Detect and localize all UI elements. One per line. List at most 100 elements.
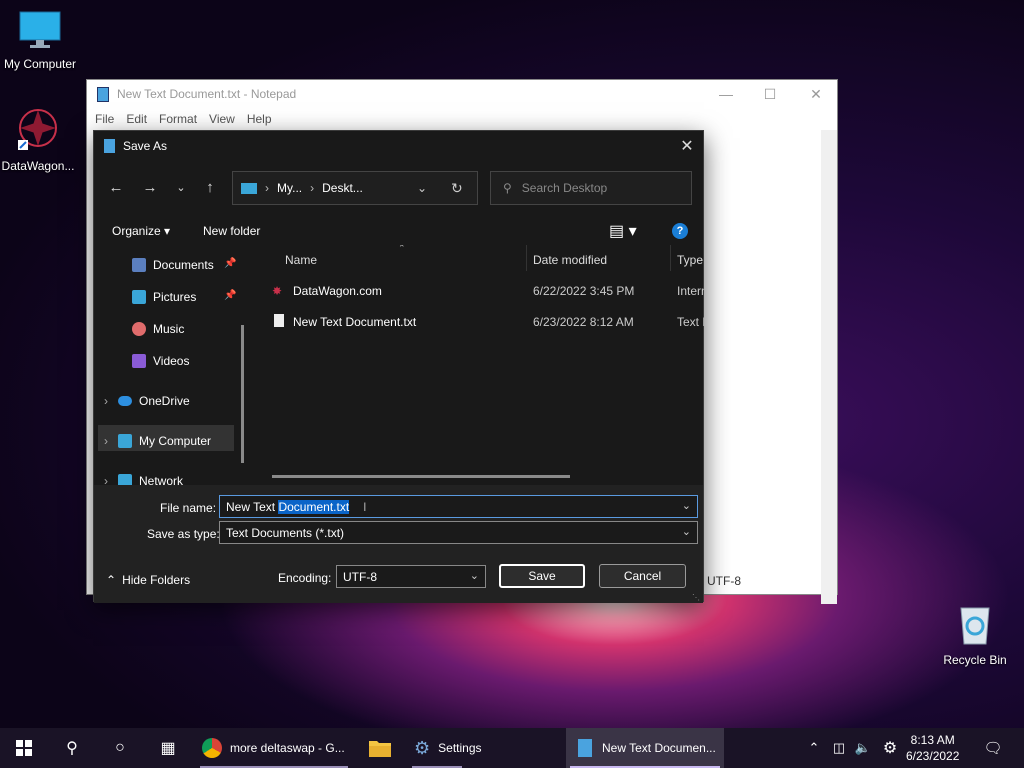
table-row[interactable]: New Text Document.txt 6/23/2022 8:12 AM … [264, 310, 704, 334]
chevron-down-icon[interactable]: ⌄ [682, 525, 691, 538]
view-options-icon[interactable]: ▤ ▾ [609, 221, 637, 241]
notepad-icon [578, 739, 592, 757]
refresh-icon[interactable]: ↻ [451, 180, 463, 197]
clock[interactable]: 8:13 AM 6/23/2022 [906, 732, 959, 764]
chevron-right-icon[interactable]: › [104, 434, 108, 448]
maximize-icon[interactable]: ☐ [747, 80, 793, 108]
save-type-value: Text Documents (*.txt) [226, 525, 345, 540]
desktop-icon-datawagon[interactable]: DataWagon... [0, 106, 78, 173]
sidebar-item-label: My Computer [139, 434, 212, 448]
help-icon[interactable]: ? [672, 223, 688, 239]
breadcrumb-my-computer[interactable]: My... [277, 181, 302, 195]
search-placeholder: Search Desktop [521, 181, 608, 195]
windows-start-icon[interactable] [0, 728, 48, 768]
taskbar-settings[interactable]: ⚙ Settings [408, 728, 558, 768]
menu-edit[interactable]: Edit [126, 112, 147, 126]
network-icon[interactable]: ◫ [828, 728, 850, 768]
column-divider[interactable] [526, 245, 527, 271]
documents-icon [132, 258, 146, 272]
close-icon[interactable]: ✕ [671, 131, 703, 161]
file-list-horizontal-scrollbar[interactable] [272, 475, 570, 478]
desktop-icon-label: My Computer [3, 57, 77, 71]
sidebar-item-videos[interactable]: Videos [132, 351, 189, 371]
sort-ascending-icon: ⌃ [398, 245, 406, 253]
encoding-select[interactable]: UTF-8 ⌄ [336, 565, 486, 588]
notepad-icon [104, 139, 115, 153]
pin-icon: 📌 [224, 290, 237, 301]
hide-folders-button[interactable]: ⌃ Hide Folders [106, 573, 190, 587]
file-name-prefix: New Text [226, 499, 279, 514]
search-icon: ⚲ [503, 181, 512, 195]
save-as-dialog: Save As ✕ ← → ⌄ ↑ › My... › Deskt... ⌄ ↻… [93, 130, 704, 603]
text-cursor-icon: I [363, 499, 367, 514]
organize-button[interactable]: Organize ▾ [112, 224, 170, 238]
sidebar-item-pictures[interactable]: Pictures 📌 [132, 287, 236, 307]
chevron-up-icon[interactable]: ⌃ [804, 728, 824, 768]
forward-icon[interactable]: → [140, 179, 160, 196]
sidebar-item-onedrive[interactable]: › OneDrive [104, 391, 190, 411]
sidebar-item-music[interactable]: Music [132, 319, 184, 339]
chevron-down-icon[interactable]: ⌄ [682, 499, 691, 512]
file-date: 6/22/2022 3:45 PM [533, 284, 635, 298]
file-explorer-icon[interactable] [356, 728, 404, 768]
file-date: 6/23/2022 8:12 AM [533, 315, 634, 329]
notepad-vertical-scrollbar[interactable] [821, 130, 837, 604]
resize-grip-icon[interactable]: ⋱ [692, 593, 700, 602]
taskbar: ⚲ ○ ▦ more deltaswap - G... ⚙ Settings N… [0, 728, 1024, 768]
menu-view[interactable]: View [209, 112, 235, 126]
search-icon[interactable]: ⚲ [48, 728, 96, 768]
minimize-icon[interactable]: — [703, 80, 749, 108]
breadcrumb-desktop[interactable]: Deskt... [322, 181, 363, 195]
taskbar-app-label: more deltaswap - G... [230, 741, 345, 755]
save-type-select[interactable]: Text Documents (*.txt) ⌄ [219, 521, 698, 544]
back-icon[interactable]: ← [106, 179, 126, 196]
table-row[interactable]: ✸ DataWagon.com 6/22/2022 3:45 PM Intern [264, 279, 704, 303]
new-folder-button[interactable]: New folder [203, 224, 260, 238]
menu-file[interactable]: File [95, 112, 114, 126]
taskbar-app-label: Settings [438, 741, 482, 755]
encoding-value: UTF-8 [343, 569, 377, 584]
volume-icon[interactable]: 🔈 [852, 728, 874, 768]
taskbar-chrome[interactable]: more deltaswap - G... [196, 728, 352, 768]
file-name-field[interactable]: New Text Document.txt I ⌄ [219, 495, 698, 518]
chevron-down-icon[interactable]: ⌄ [171, 181, 191, 194]
recycle-bin-icon [960, 607, 990, 645]
task-view-icon[interactable]: ▦ [144, 728, 192, 768]
sidebar-item-my-computer[interactable]: › My Computer [104, 431, 211, 451]
column-divider[interactable] [670, 245, 671, 271]
column-header-name[interactable]: Name [285, 253, 317, 267]
menu-format[interactable]: Format [159, 112, 197, 126]
file-name: DataWagon.com [293, 284, 382, 298]
up-arrow-icon[interactable]: ↑ [200, 179, 220, 196]
file-list: ⌃ Name Date modified Type ✸ DataWagon.co… [264, 245, 704, 483]
navigation-scrollbar[interactable] [241, 325, 244, 463]
close-icon[interactable]: ✕ [793, 80, 839, 108]
chevron-down-icon[interactable]: ⌄ [470, 569, 479, 582]
menu-help[interactable]: Help [247, 112, 272, 126]
sidebar-item-label: Pictures [153, 290, 197, 304]
notification-icon[interactable]: 🗨 [976, 728, 1010, 768]
chevron-right-icon[interactable]: › [104, 394, 108, 408]
search-input[interactable]: ⚲ Search Desktop [490, 171, 692, 205]
desktop-icon-recycle-bin[interactable]: Recycle Bin [935, 602, 1015, 667]
address-dropdown-icon[interactable]: ⌄ [417, 181, 427, 195]
desktop-icon-my-computer[interactable]: My Computer [0, 10, 80, 71]
internet-shortcut-icon: ✸ [272, 284, 283, 298]
desktop-icon-label: DataWagon... [1, 159, 75, 173]
save-button[interactable]: Save [499, 564, 585, 588]
column-header-type[interactable]: Type [677, 253, 703, 267]
save-type-label: Save as type: [147, 527, 220, 541]
organize-label: Organize [112, 224, 161, 238]
gear-icon[interactable]: ⚙ [878, 728, 902, 768]
sidebar-item-documents[interactable]: Documents 📌 [132, 255, 236, 275]
navigation-bar: ← → ⌄ ↑ › My... › Deskt... ⌄ ↻ ⚲ Search … [94, 171, 703, 205]
dialog-titlebar: Save As [94, 131, 703, 161]
chevron-up-icon: ⌃ [106, 573, 117, 587]
file-type: Intern [677, 284, 704, 298]
column-header-date[interactable]: Date modified [533, 253, 607, 267]
cortana-icon[interactable]: ○ [96, 728, 144, 768]
address-bar[interactable]: › My... › Deskt... ⌄ ↻ [232, 171, 478, 205]
cancel-button[interactable]: Cancel [599, 564, 686, 588]
taskbar-notepad[interactable]: New Text Documen... [566, 728, 724, 768]
text-file-icon [274, 314, 284, 327]
